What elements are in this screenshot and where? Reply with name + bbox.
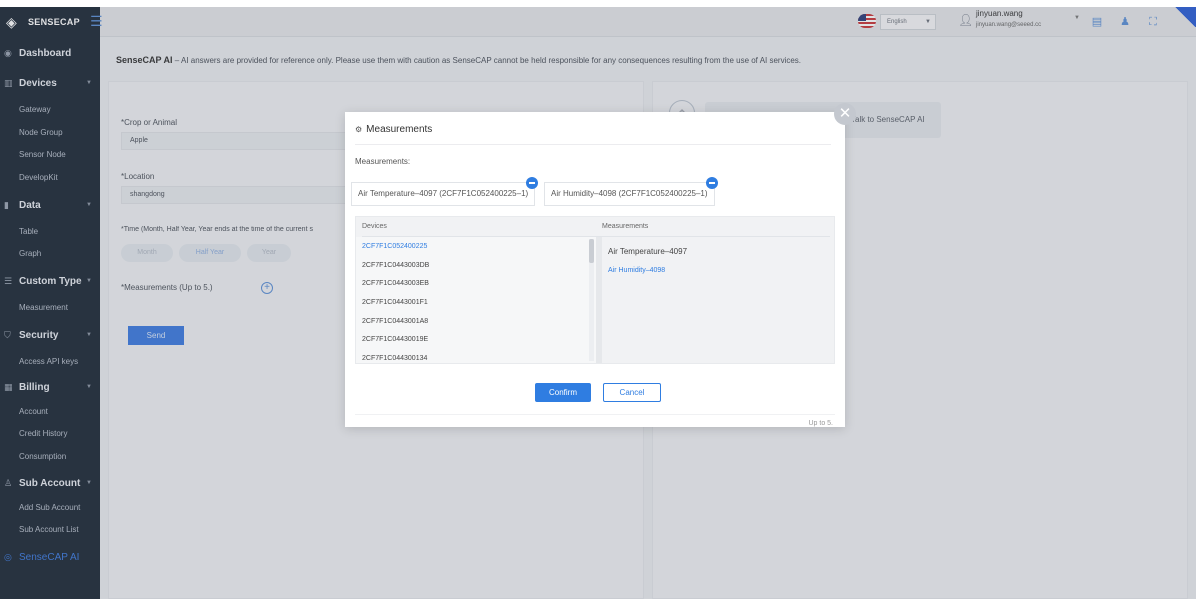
scroll-thumb[interactable] bbox=[589, 239, 594, 263]
remove-chip-icon[interactable] bbox=[705, 177, 718, 189]
chip-label: Air Temperature–4097 (2CF7F1C052400225–1… bbox=[358, 189, 529, 198]
device-item[interactable]: 2CF7F1C0443001A8 bbox=[362, 318, 428, 325]
limit-note: Up to 5. bbox=[808, 420, 833, 427]
device-item[interactable]: 2CF7F1C0443003EB bbox=[362, 280, 429, 287]
selected-measurement-chip: Air Humidity–4098 (2CF7F1C052400225–1) bbox=[544, 177, 718, 206]
remove-chip-icon[interactable] bbox=[526, 177, 539, 189]
modal-title: ⚙ Measurements bbox=[355, 124, 432, 135]
measurement-item[interactable]: Air Humidity–4098 bbox=[608, 267, 665, 274]
divider bbox=[355, 144, 831, 145]
device-item[interactable]: 2CF7F1C0443001F1 bbox=[362, 299, 428, 306]
devices-header: Devices bbox=[362, 223, 387, 230]
measurements-modal: ⚙ Measurements ✕ Measurements: Air Tempe… bbox=[345, 103, 856, 427]
measurements-header: Measurements bbox=[602, 223, 649, 230]
close-icon[interactable]: ✕ bbox=[834, 103, 856, 125]
device-list-scrollbar[interactable] bbox=[589, 239, 594, 361]
app-window: ◈ SENSECAP ☰ English ▼ 👤︎ jinyuan.wang j… bbox=[0, 7, 1196, 599]
divider bbox=[355, 414, 835, 415]
device-list: 2CF7F1C052400225 2CF7F1C0443003DB 2CF7F1… bbox=[356, 237, 596, 363]
measurement-picker: Devices Measurements 2CF7F1C052400225 2C… bbox=[355, 216, 835, 364]
device-item[interactable]: 2CF7F1C0443003DB bbox=[362, 262, 429, 269]
selected-measurement-chip: Air Temperature–4097 (2CF7F1C052400225–1… bbox=[351, 177, 539, 206]
settings-icon: ⚙ bbox=[355, 125, 363, 134]
modal-title-text: Measurements bbox=[366, 124, 433, 135]
device-item[interactable]: 2CF7F1C052400225 bbox=[362, 243, 427, 250]
measurement-item[interactable]: Air Temperature–4097 bbox=[608, 247, 687, 256]
confirm-button[interactable]: Confirm bbox=[535, 383, 591, 402]
cancel-button[interactable]: Cancel bbox=[603, 383, 661, 402]
chip-label: Air Humidity–4098 (2CF7F1C052400225–1) bbox=[551, 189, 708, 198]
divider bbox=[596, 237, 602, 363]
device-item[interactable]: 2CF7F1C04430019E bbox=[362, 336, 428, 343]
selected-measurements-label: Measurements: bbox=[355, 157, 411, 166]
device-item[interactable]: 2CF7F1C044300134 bbox=[362, 355, 427, 362]
